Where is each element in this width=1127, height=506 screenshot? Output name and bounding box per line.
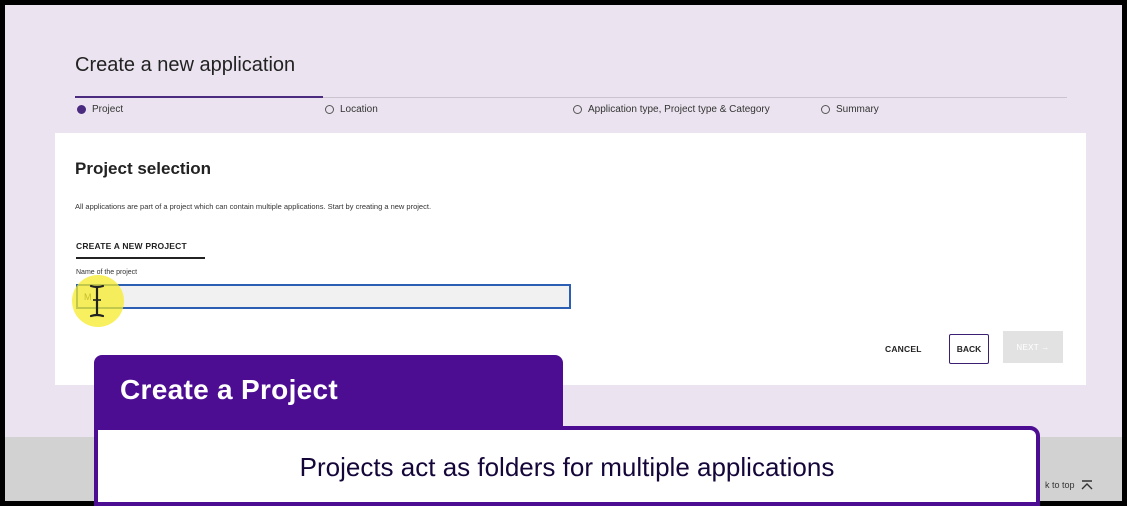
step-label: Summary: [836, 104, 879, 115]
stepper-progress: [75, 96, 323, 98]
project-selection-card: Project selection All applications are p…: [55, 133, 1086, 385]
ibeam-cursor-icon: [89, 284, 105, 318]
step-location[interactable]: Location: [325, 104, 378, 115]
step-label: Location: [340, 104, 378, 115]
step-application-type[interactable]: Application type, Project type & Categor…: [573, 104, 770, 115]
cancel-button[interactable]: CANCEL: [875, 334, 932, 364]
back-to-top-label: k to top: [1045, 480, 1075, 490]
step-project[interactable]: Project: [77, 104, 123, 115]
radio-icon: [821, 105, 830, 114]
step-label: Project: [92, 104, 124, 115]
project-name-input[interactable]: [76, 284, 571, 309]
radio-icon: [325, 105, 334, 114]
project-name-label: Name of the project: [76, 269, 138, 276]
step-summary[interactable]: Summary: [821, 104, 879, 115]
card-title: Project selection: [75, 159, 212, 178]
overlay-caption: Projects act as folders for multiple app…: [299, 452, 835, 482]
back-to-top-link[interactable]: k to top: [1045, 480, 1093, 490]
radio-icon: [573, 105, 582, 114]
next-button[interactable]: NEXT →: [1003, 331, 1063, 363]
back-button[interactable]: BACK: [949, 334, 989, 364]
chevron-up-icon: [1081, 480, 1093, 490]
overlay-title-banner: Create a Project: [94, 355, 563, 433]
overlay-caption-box: Projects act as folders for multiple app…: [94, 426, 1040, 506]
card-description: All applications are part of a project w…: [75, 202, 432, 211]
stepper: Project Location Application type, Proje…: [75, 96, 1067, 119]
step-label: Application type, Project type & Categor…: [588, 104, 770, 115]
radio-icon: [77, 105, 86, 114]
overlay-title: Create a Project: [120, 374, 339, 405]
page-title: Create a new application: [75, 54, 296, 76]
tab-create-new-project[interactable]: CREATE A NEW PROJECT: [76, 241, 205, 259]
